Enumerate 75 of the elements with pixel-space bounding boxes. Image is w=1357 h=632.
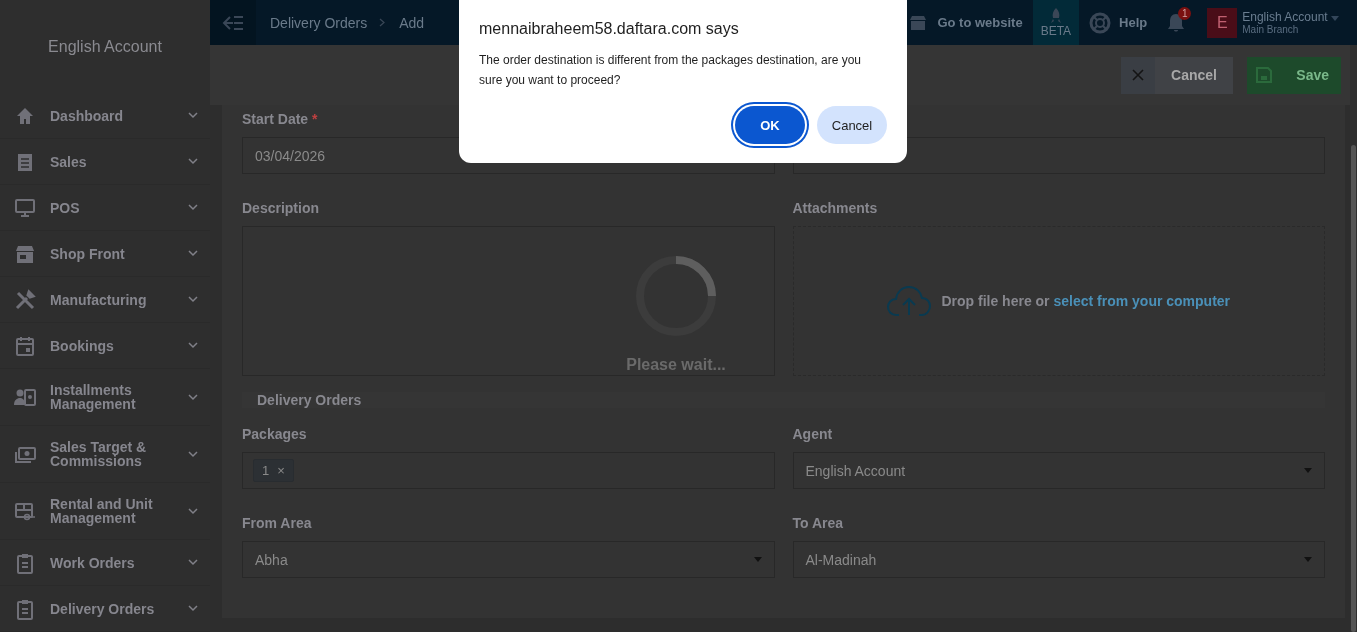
chevron-icon: [188, 158, 198, 165]
scrollbar[interactable]: [1350, 45, 1357, 632]
clipboard-icon: [14, 551, 36, 574]
calendar-icon: [14, 334, 36, 357]
account-menu[interactable]: English Account: [1242, 10, 1339, 24]
agent-select[interactable]: English Account: [792, 452, 1325, 489]
chevron-icon: [188, 296, 198, 303]
monitor-icon: [14, 196, 36, 219]
sidebar-item[interactable]: POS: [0, 185, 210, 231]
dialog-message: The order destination is different from the packages destination, are you sure you want to proceed?: [479, 52, 862, 89]
from-area-select[interactable]: Abha: [242, 541, 775, 578]
close-icon: [1132, 69, 1145, 81]
website-link[interactable]: Go to website: [899, 0, 1033, 45]
sidebar-item[interactable]: Sales: [0, 139, 210, 185]
breadcrumb-link[interactable]: Delivery Orders: [270, 14, 368, 31]
dropdown-caret-icon: [753, 557, 762, 562]
select-file-link[interactable]: select from your computer: [1053, 293, 1231, 309]
field-label: Agent: [792, 426, 834, 442]
building-key-icon: [14, 500, 36, 522]
caret-icon: [1331, 16, 1339, 21]
file-drop-zone[interactable]: Drop file here or select from your computer: [792, 226, 1325, 376]
sidebar-item[interactable]: Shop Front: [0, 231, 210, 277]
notification-count: 1: [1178, 7, 1192, 20]
sidebar-item[interactable]: Bookings: [0, 323, 210, 369]
field-label: From Area: [242, 515, 313, 531]
sidebar-item[interactable]: Sales Target & Commissions: [0, 426, 210, 483]
collapse-menu-button[interactable]: [210, 0, 256, 45]
cancel-button[interactable]: Cancel: [817, 106, 887, 144]
chevron-icon: [188, 393, 198, 401]
tools-icon: [14, 288, 36, 311]
field-label: Packages: [242, 426, 308, 442]
help-link[interactable]: Help: [1079, 0, 1158, 45]
field-label: Description: [242, 200, 320, 216]
sidebar-item[interactable]: Dashboard: [0, 93, 210, 139]
chevron-icon: [188, 112, 198, 119]
sidebar-item[interactable]: Manufacturing: [0, 277, 210, 323]
description-field[interactable]: [242, 226, 775, 376]
chevron-icon: [188, 605, 198, 612]
sidebar-item[interactable]: Rental and Unit Management: [0, 483, 210, 540]
cancel-button[interactable]: Cancel: [1121, 56, 1233, 94]
menu-collapse-icon: [222, 14, 244, 31]
chevron-icon: [188, 559, 198, 566]
sidebar-item[interactable]: Work Orders: [0, 540, 210, 586]
chevron-icon: [188, 204, 198, 211]
save-button[interactable]: Save: [1247, 56, 1341, 94]
field-label: To Area: [792, 515, 845, 531]
cloud-upload-icon: [887, 285, 932, 317]
chevron-icon: [188, 342, 198, 349]
account-name: English Account: [47, 36, 163, 57]
user-avatar[interactable]: E: [1207, 7, 1238, 38]
branch-name: Main Branch: [1242, 24, 1300, 35]
dialog-title: mennaibraheem58.daftara.com says: [479, 20, 740, 38]
breadcrumb-separator-icon: [379, 18, 386, 27]
lifebuoy-icon: [1089, 11, 1112, 34]
remove-tag-button[interactable]: ×: [277, 463, 285, 478]
required-mark: *: [312, 111, 318, 127]
drop-instruction: Drop file here or select from your computer: [941, 293, 1231, 309]
loading-spinner-icon: [636, 256, 716, 336]
field-label: Attachments: [792, 200, 879, 216]
chevron-icon: [188, 507, 198, 515]
person-card-icon: [14, 386, 36, 408]
breadcrumb-link[interactable]: Add: [399, 14, 425, 31]
package-tag: 1 ×: [253, 459, 294, 482]
to-area-select[interactable]: Al-Madinah: [792, 541, 1325, 578]
store-icon: [909, 14, 928, 31]
beta-button[interactable]: BETA: [1032, 0, 1080, 45]
clipboard-icon: [14, 597, 36, 620]
dropdown-caret-icon: [1304, 468, 1312, 473]
packages-field[interactable]: 1 ×: [242, 452, 775, 489]
dropdown-caret-icon: [1304, 557, 1312, 562]
chevron-icon: [188, 250, 198, 257]
sidebar-item[interactable]: Delivery Orders: [0, 586, 210, 632]
chevron-icon: [188, 450, 198, 458]
sidebar-item[interactable]: Installments Management: [0, 369, 210, 426]
rocket-icon: [1049, 7, 1062, 24]
